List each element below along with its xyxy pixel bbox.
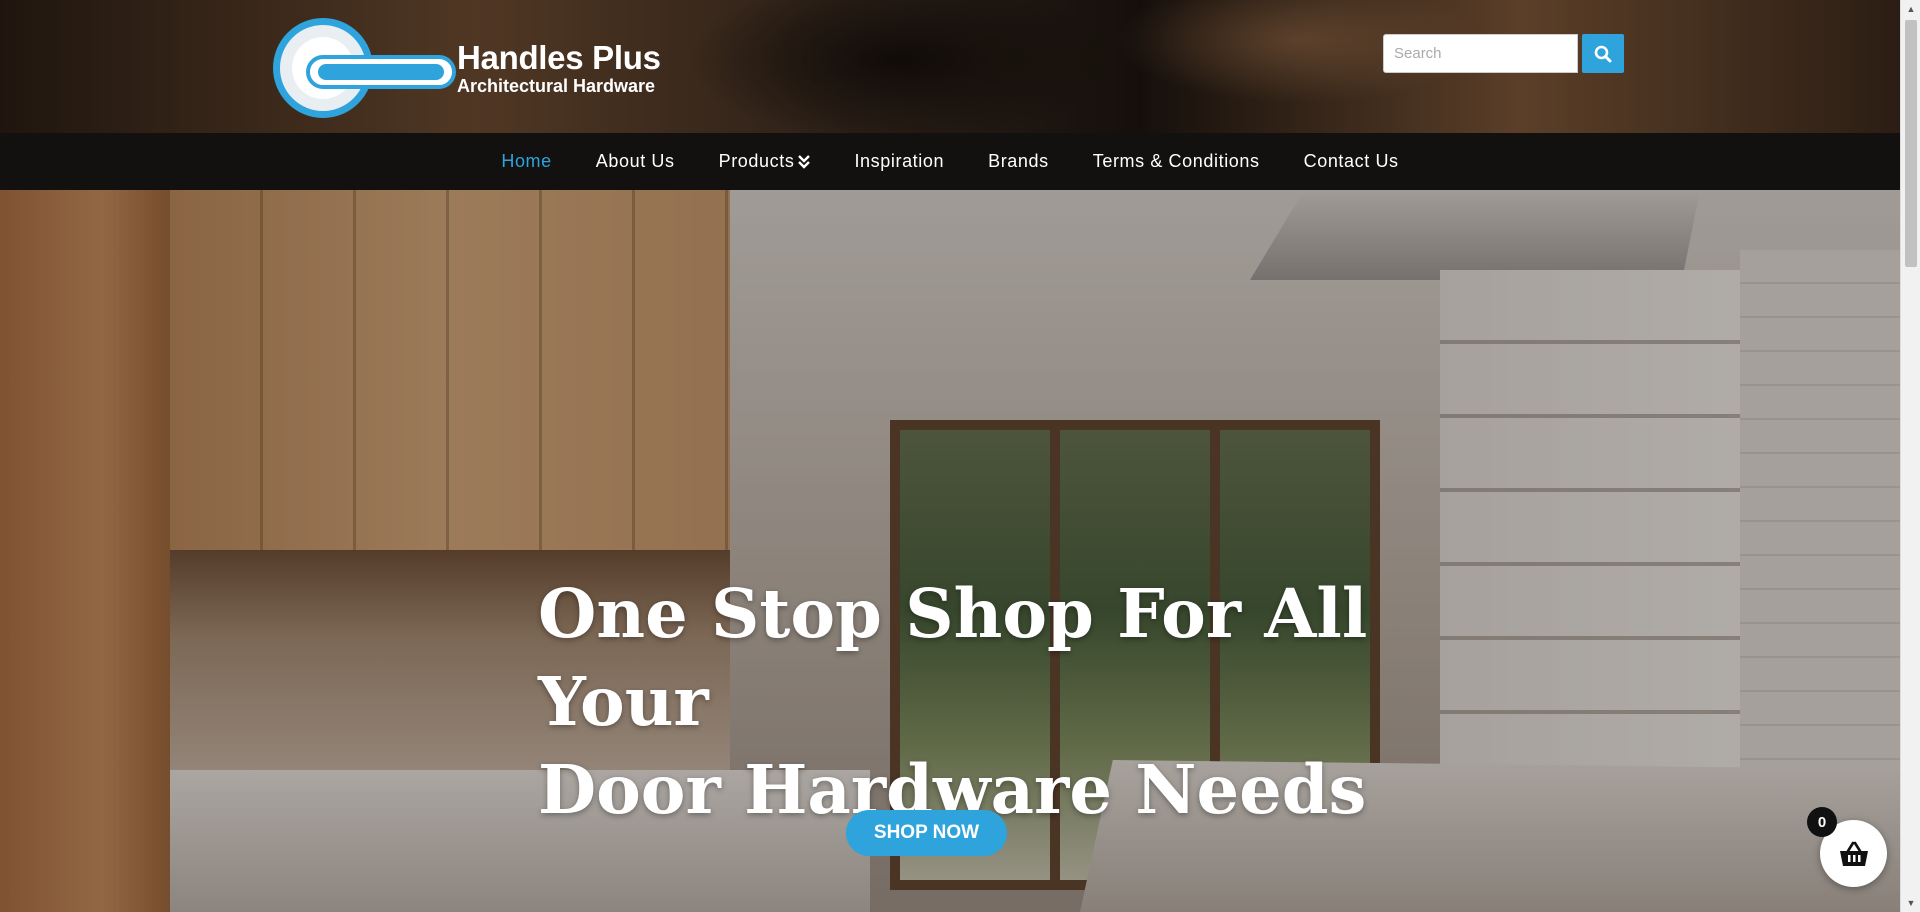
- nav-item-home[interactable]: Home: [501, 151, 551, 172]
- search-button[interactable]: [1582, 34, 1624, 73]
- hero-title-line-1: One Stop Shop For All Your: [538, 574, 1368, 741]
- logo-subtitle: Architectural Hardware: [457, 76, 656, 96]
- shop-now-button[interactable]: SHOP NOW: [846, 810, 1007, 856]
- nav-item-label: About Us: [595, 151, 675, 171]
- nav-item-label: Brands: [988, 151, 1049, 171]
- nav-item-label: Products: [718, 151, 795, 171]
- chevron-double-down-icon: [798, 154, 811, 169]
- logo-name: Handles Plus: [457, 39, 661, 76]
- nav-item-products[interactable]: Products: [719, 151, 811, 172]
- nav-item-about-us[interactable]: About Us: [596, 151, 675, 172]
- hero-banner: One Stop Shop For All Your Door Hardware…: [0, 190, 1900, 912]
- page-scrollbar[interactable]: ▲ ▼: [1900, 0, 1920, 912]
- hero-title: One Stop Shop For All Your Door Hardware…: [538, 570, 1398, 834]
- cart-count-badge: 0: [1807, 807, 1837, 837]
- nav-item-brands[interactable]: Brands: [988, 151, 1049, 172]
- door-handle-logo-icon: [273, 18, 456, 118]
- scroll-up-arrow-icon[interactable]: ▲: [1901, 0, 1920, 18]
- search-input[interactable]: [1383, 34, 1578, 73]
- nav-item-label: Inspiration: [854, 151, 945, 171]
- nav-item-inspiration[interactable]: Inspiration: [854, 151, 944, 172]
- basket-icon: [1839, 841, 1868, 866]
- scroll-down-arrow-icon[interactable]: ▼: [1901, 894, 1920, 912]
- nav-item-label: Home: [501, 151, 552, 171]
- search-icon: [1594, 45, 1612, 62]
- search-form: [1383, 34, 1624, 73]
- site-logo[interactable]: Handles Plus Architectural Hardware: [273, 18, 661, 118]
- nav-item-label: Contact Us: [1303, 151, 1399, 171]
- main-navigation: Home About Us Products Inspiration Brand…: [0, 133, 1900, 190]
- logo-text: Handles Plus Architectural Hardware: [457, 39, 661, 97]
- nav-item-label: Terms & Conditions: [1092, 151, 1260, 171]
- nav-item-contact-us[interactable]: Contact Us: [1304, 151, 1399, 172]
- scrollbar-thumb[interactable]: [1905, 20, 1917, 267]
- nav-item-terms-conditions[interactable]: Terms & Conditions: [1093, 151, 1260, 172]
